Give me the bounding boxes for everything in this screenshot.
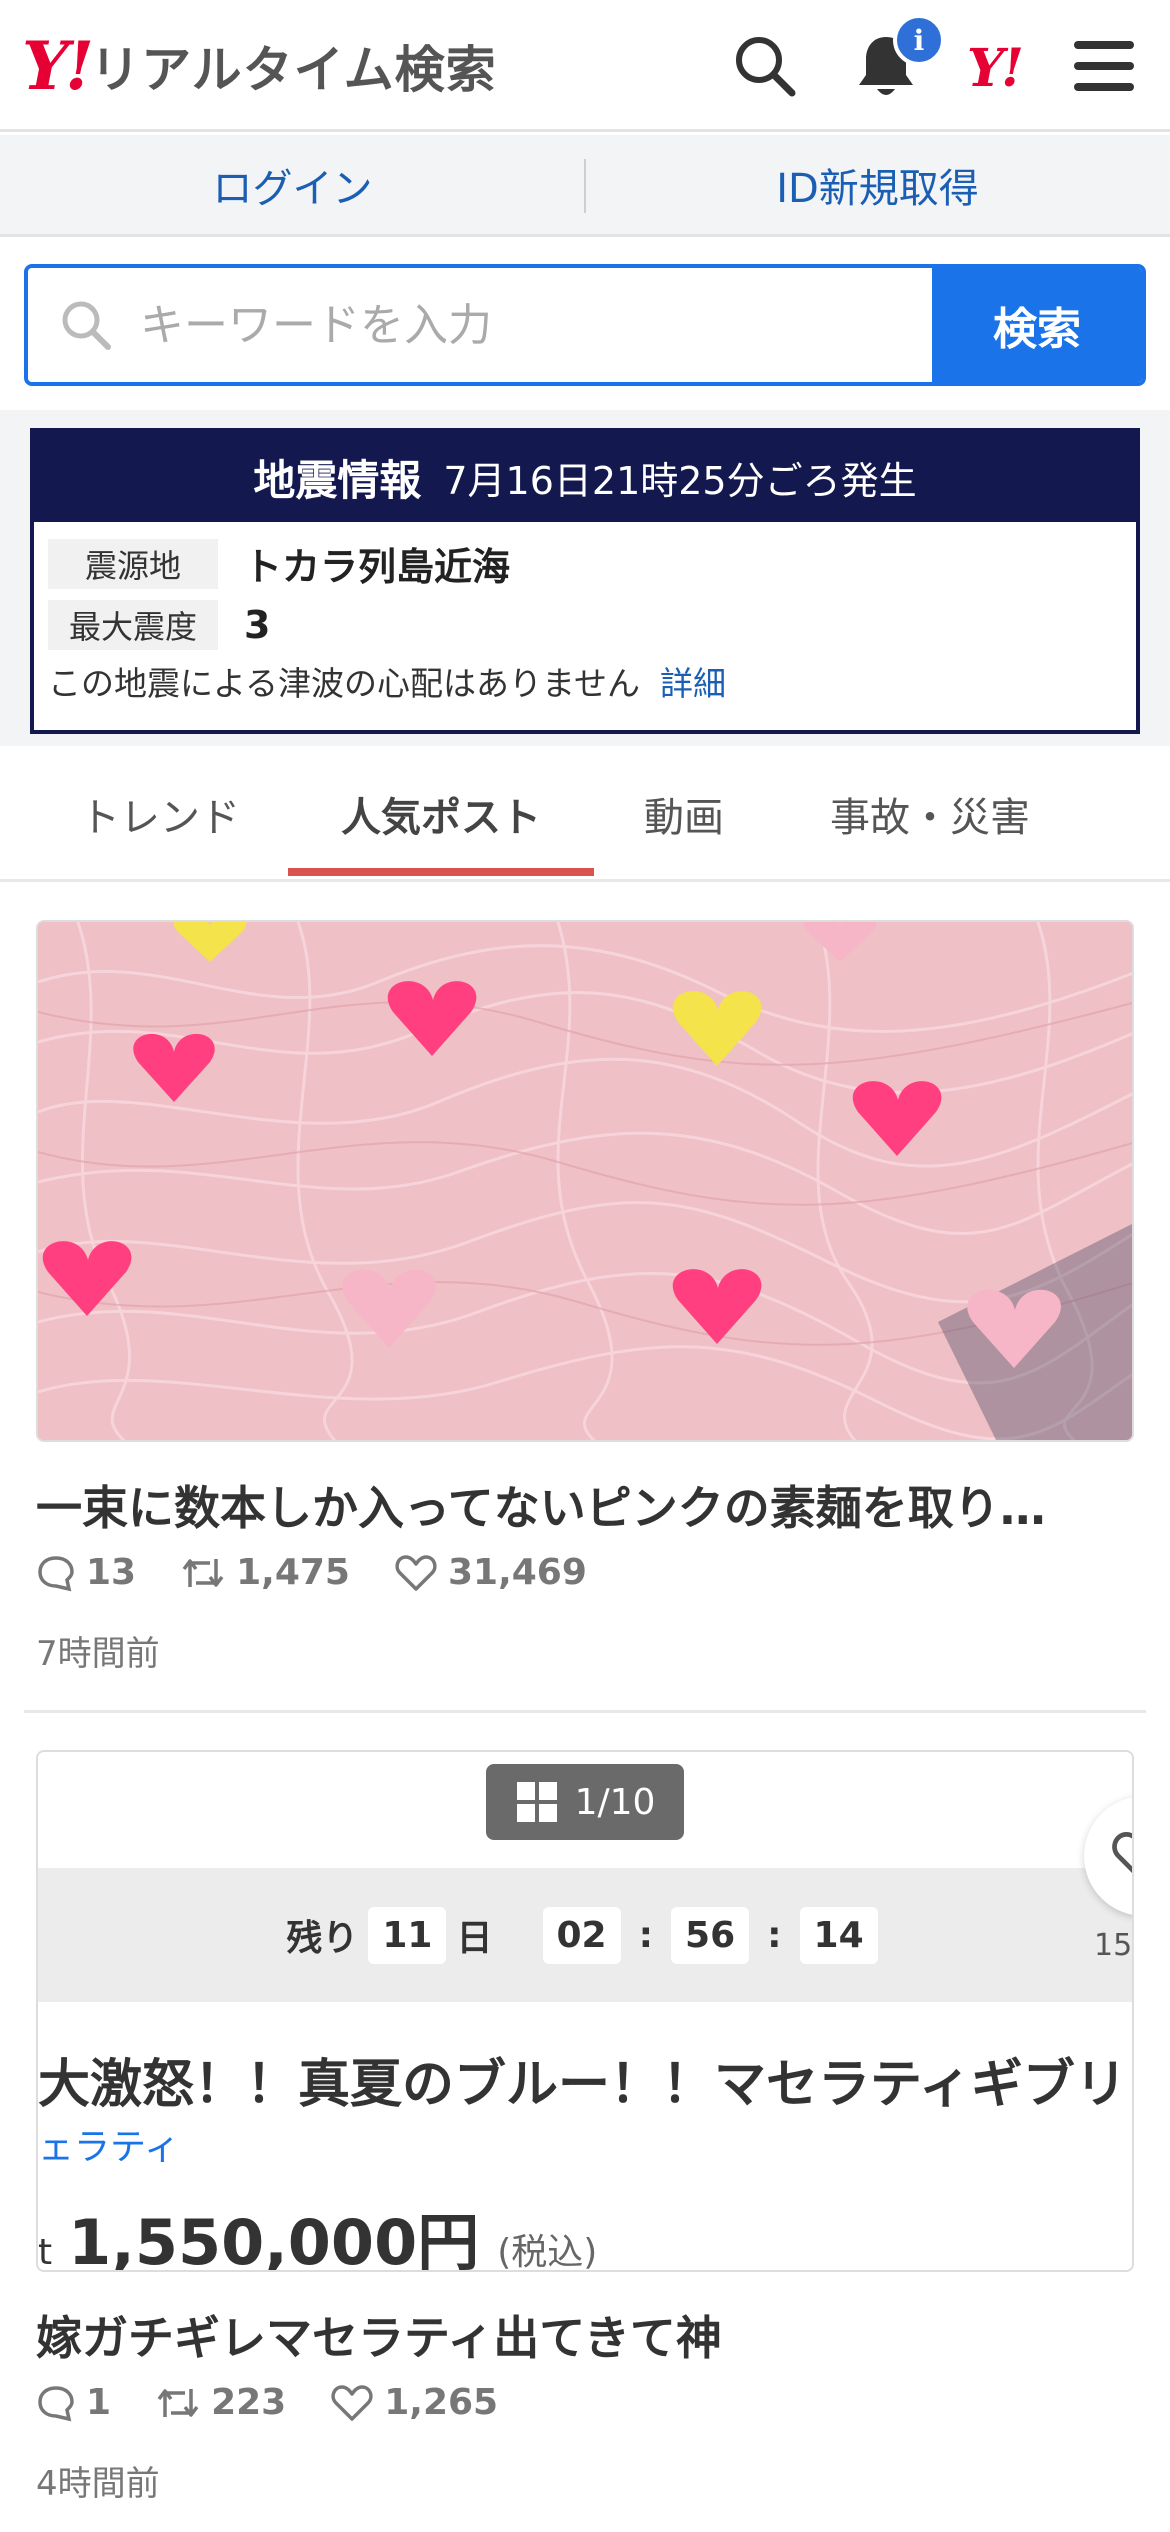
post-stats: 1 223 1,265 [36, 2382, 542, 2423]
like-count-value: 31,469 [447, 1552, 587, 1593]
like-count[interactable]: 31,469 [394, 1552, 587, 1593]
intensity-value: 3 [244, 603, 271, 647]
reply-count-value: 1 [86, 2382, 112, 2423]
yahoo-japan-icon[interactable]: Y! [967, 38, 1024, 99]
heart-icon [395, 1554, 437, 1591]
yahoo-logo-mark: Y! [22, 27, 94, 105]
image-counter: 1/10 [486, 1764, 684, 1840]
repost-icon [157, 2388, 199, 2417]
search-field-icon [62, 301, 111, 350]
reply-count[interactable]: 1 [36, 2382, 111, 2423]
search-input[interactable] [140, 299, 840, 351]
account-bar: ログイン ID新規取得 [0, 135, 1170, 237]
category-tabs: トレンド 人気ポスト 動画 事故・災害 [0, 746, 1170, 882]
tab-accident-disaster[interactable]: 事故・災害 [790, 746, 1070, 882]
tax-note: (税込) [497, 2232, 598, 2272]
search-button[interactable]: 検索 [932, 268, 1142, 382]
earthquake-panel[interactable]: 地震情報 7月16日21時25分ごろ発生 震源地 トカラ列島近海 最大震度 3 … [30, 428, 1140, 734]
post-image-maserati-listing[interactable]: 1/10 残り 11 日 02 : 56 : 14 大激怒！！真夏のブルー！！マ… [36, 1750, 1134, 2272]
search-icon[interactable] [727, 28, 803, 104]
menu-icon[interactable] [1066, 28, 1142, 104]
listing-title: 大激怒！！真夏のブルー！！マセラティギブリ [38, 2055, 1127, 2115]
earthquake-detail-link[interactable]: 詳細 [660, 664, 726, 703]
remain-label: 残り [286, 1918, 359, 1959]
repost-icon [182, 1558, 224, 1587]
heart-icon [1112, 1832, 1132, 1873]
tab-trend[interactable]: トレンド [40, 746, 280, 882]
repost-count-value: 1,475 [236, 1552, 350, 1593]
auction-countdown: 残り 11 日 02 : 56 : 14 [38, 1868, 1132, 2002]
reply-count[interactable]: 13 [36, 1552, 136, 1593]
reply-icon [38, 1555, 74, 1591]
yahoo-logo[interactable]: Y! リアルタイム検索 [22, 30, 497, 102]
register-link[interactable]: ID新規取得 [585, 156, 1170, 214]
countdown-minutes: 56 [671, 1906, 750, 1964]
image-counter-value: 1/10 [574, 1781, 656, 1823]
day-unit: 日 [456, 1918, 493, 1959]
tab-popular-posts[interactable]: 人気ポスト [288, 746, 594, 882]
countdown-hours: 02 [542, 1906, 621, 1964]
price-value: 1,550,000円 [68, 2206, 480, 2272]
tab-video[interactable]: 動画 [604, 746, 764, 882]
reply-icon [38, 2385, 74, 2421]
post-divider [24, 1710, 1146, 1713]
service-name: リアルタイム検索 [90, 41, 497, 99]
countdown-days: 11 [368, 1906, 447, 1964]
reply-count-value: 13 [86, 1552, 137, 1593]
like-count-value: 1,265 [384, 2382, 499, 2423]
notification-badge: i [893, 14, 945, 66]
post-time: 4時間前 [36, 2464, 160, 2504]
heart-icon [331, 2384, 373, 2421]
post-stats: 13 1,475 31,469 [36, 1552, 631, 1593]
post-title[interactable]: 嫁ガチギレマセラティ出てきて神 [36, 2302, 722, 2368]
post-time: 7時間前 [36, 1634, 160, 1674]
post-title[interactable]: 一束に数本しか入ってないピンクの素麺を取り… [36, 1472, 1046, 1538]
login-link[interactable]: ログイン [0, 156, 585, 214]
tsunami-note-text: この地震による津波の心配はありません [48, 664, 641, 703]
tsunami-note: この地震による津波の心配はありません 詳細 [48, 657, 726, 705]
listing-price: t 1,550,000円 (税込) [38, 2192, 598, 2272]
app-header: Y! リアルタイム検索 i Y! [0, 0, 1170, 132]
price-prefix: t [38, 2232, 53, 2272]
post-image-pink-somen[interactable] [36, 920, 1134, 1442]
active-tab-indicator [288, 868, 594, 876]
intensity-label: 最大震度 [48, 600, 218, 650]
gallery-icon [516, 1782, 557, 1822]
countdown-seconds: 14 [799, 1906, 878, 1964]
repost-count[interactable]: 223 [155, 2382, 286, 2423]
earthquake-time: 7月16日21時25分ごろ発生 [443, 458, 917, 503]
favorite-count: 15 [1094, 1928, 1133, 1963]
divider [584, 159, 586, 213]
epicenter-label: 震源地 [48, 538, 218, 589]
repost-count-value: 223 [211, 2382, 287, 2423]
repost-count[interactable]: 1,475 [180, 1552, 350, 1593]
like-count[interactable]: 1,265 [330, 2382, 498, 2423]
listing-brand: ェラティ [38, 2127, 180, 2168]
earthquake-title: 地震情報 [253, 455, 422, 505]
search-bar: 検索 [24, 264, 1146, 386]
earthquake-header: 地震情報 7月16日21時25分ごろ発生 [34, 432, 1136, 522]
epicenter-row: 震源地 トカラ列島近海 [48, 536, 510, 591]
epicenter-value: トカラ列島近海 [244, 545, 511, 589]
intensity-row: 最大震度 3 [48, 600, 270, 650]
search-field[interactable] [28, 268, 932, 382]
